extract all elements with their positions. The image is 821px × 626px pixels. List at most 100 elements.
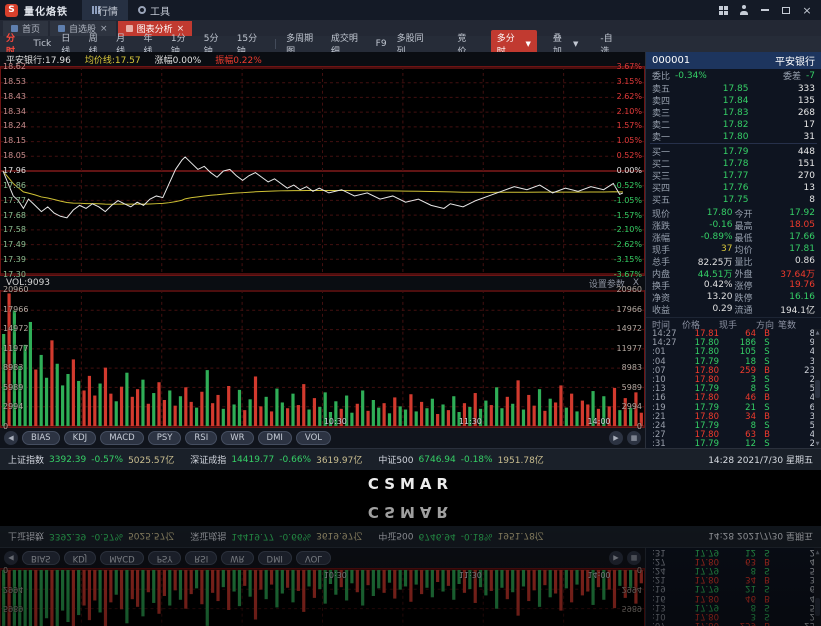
scroll-thumb[interactable] — [815, 380, 820, 398]
ask-row[interactable]: 卖三17.83268 — [646, 106, 821, 118]
indicator-psy-button: PSY — [148, 551, 182, 565]
minimize-icon[interactable] — [756, 3, 774, 17]
tick-row[interactable]: 14:2717.8164B8 — [646, 329, 821, 338]
indicator-bias-button: BIAS — [22, 551, 60, 565]
ask-row[interactable]: 卖二17.8217 — [646, 118, 821, 130]
tab-close-icon[interactable]: × — [177, 24, 185, 34]
tick-row[interactable]: :1017.803S2 — [646, 375, 821, 384]
stat-value: -0.16 — [682, 220, 733, 230]
indicator-macd-button[interactable]: MACD — [100, 431, 143, 445]
weibi-label: 委比 — [652, 69, 670, 82]
tick-row[interactable]: :1917.7921S6 — [646, 403, 821, 412]
tick-row[interactable]: 14:2717.80186S9 — [646, 338, 821, 347]
bid-row[interactable]: 买二17.78151 — [646, 157, 821, 169]
tick-row: :3117.7912S2 — [646, 548, 821, 557]
volume-close-button[interactable]: X — [633, 278, 639, 288]
layout-grid-button[interactable]: ▦ — [627, 431, 641, 445]
tab-close-icon[interactable]: × — [100, 24, 108, 34]
tick-volume: 8 — [719, 602, 756, 612]
composition: S 量化烙铁 行情工具 × 首页自选股×图表分析× 分时Tick日线周线月线年线… — [0, 0, 821, 498]
maximize-icon[interactable] — [777, 3, 795, 17]
tick-row[interactable]: :1317.798S5 — [646, 384, 821, 393]
tick-price: 17.80 — [682, 593, 719, 603]
scroll-left-button[interactable]: ◀ — [4, 431, 18, 445]
tick-row[interactable]: :0117.80105S4 — [646, 347, 821, 356]
indicator-wr-button[interactable]: WR — [221, 431, 253, 445]
indicator-bias-button[interactable]: BIAS — [22, 431, 60, 445]
grid-icon — [719, 6, 728, 15]
tick-time: :16 — [652, 593, 682, 603]
tick-row[interactable]: :3117.7912S2 — [646, 439, 821, 448]
indicator-psy-button[interactable]: PSY — [148, 431, 182, 445]
index-value: 3392.39 — [49, 532, 86, 542]
stock-name: 平安银行 — [775, 53, 815, 68]
tick-row[interactable]: :2417.798S5 — [646, 421, 821, 430]
tick-row[interactable]: :2717.8063B4 — [646, 430, 821, 439]
tick-row[interactable]: :2117.8034B3 — [646, 412, 821, 421]
tick-count: 2 — [778, 439, 815, 448]
weibi-row: 委比-0.34%委差-7 — [646, 69, 821, 82]
tick-direction: S — [756, 548, 778, 557]
menu-item-market[interactable]: 行情 — [82, 0, 128, 20]
title-bar: S 量化烙铁 行情工具 × — [0, 0, 821, 20]
scroll-down-icon[interactable]: ▼ — [816, 441, 820, 447]
grid-icon[interactable] — [714, 3, 732, 17]
tick-time: :31 — [652, 439, 682, 448]
orderbook-divider — [650, 143, 817, 144]
tick-volume: 259 — [719, 620, 756, 626]
info-segment: 平安银行:17.96 — [6, 53, 71, 66]
price-chart[interactable]: 18.6218.5318.4318.3418.2418.1518.0517.96… — [0, 66, 645, 276]
tick-row: :1917.7921S6 — [646, 584, 821, 593]
bid-row[interactable]: 买五17.758 — [646, 193, 821, 205]
indicator-rsi-button[interactable]: RSI — [185, 431, 217, 445]
scroll-right-button[interactable]: ▶ — [609, 431, 623, 445]
ask-row[interactable]: 卖五17.85333 — [646, 82, 821, 94]
tick-count: 4 — [778, 593, 815, 603]
index-change: -0.66% — [279, 455, 311, 465]
app-title: 量化烙铁 — [24, 3, 68, 18]
ticks-list: ▲ ▼ 14:2717.8164B814:2717.80186S9:0117.8… — [646, 548, 821, 626]
volume-label: VOL:9093 — [6, 278, 50, 288]
level-price: 17.84 — [682, 96, 749, 106]
indicator-dmi-button[interactable]: DMI — [258, 431, 292, 445]
tick-row[interactable]: :0717.80259B23 — [646, 366, 821, 375]
volume-settings-link[interactable]: 设置参数 — [589, 277, 625, 290]
bid-row[interactable]: 买一17.79448 — [646, 145, 821, 157]
index-quote[interactable]: 中证5006746.94-0.18%1951.78亿 — [378, 453, 543, 466]
tick-row[interactable]: :1617.8046B4 — [646, 393, 821, 402]
tool-button[interactable]: F9 — [376, 39, 387, 49]
bid-row[interactable]: 买四17.7613 — [646, 181, 821, 193]
index-amount: 1951.78亿 — [498, 453, 544, 466]
ticks-scrollbar[interactable]: ▲ ▼ — [814, 329, 821, 448]
tick-row: :2717.8063B4 — [646, 557, 821, 566]
tick-time: :24 — [652, 565, 682, 575]
stat-label: 流通 — [735, 303, 763, 316]
scroll-right-button: ▶ — [609, 551, 623, 565]
indicator-vol-button[interactable]: VOL — [296, 431, 331, 445]
watermark-band: CSMAR — [0, 470, 821, 498]
datetime: 14:28 2021/7/30 星期五 — [708, 530, 813, 543]
scroll-up-icon[interactable]: ▲ — [816, 330, 820, 336]
close-icon[interactable]: × — [798, 3, 816, 17]
menu-item-tools[interactable]: 工具 — [128, 0, 180, 20]
level-volume: 333 — [749, 84, 816, 94]
level-price: 17.78 — [682, 159, 749, 169]
ask-row[interactable]: 卖一17.8031 — [646, 130, 821, 142]
index-name: 中证500 — [378, 453, 413, 466]
volume-chart[interactable]: 209601796614972119778983598929940 209601… — [0, 290, 645, 428]
tick-price: 17.79 — [682, 439, 719, 448]
quote-header[interactable]: 000001 平安银行 — [646, 52, 821, 69]
quote-panel: 000001 平安银行 委比-0.34%委差-7 卖五17.85333卖四17.… — [645, 548, 821, 626]
chevron-down-icon: ▼ — [573, 40, 578, 48]
level-price: 17.80 — [682, 132, 749, 142]
tick-row[interactable]: :0417.7918S3 — [646, 357, 821, 366]
ask-row[interactable]: 卖四17.84135 — [646, 94, 821, 106]
indicator-kdj-button[interactable]: KDJ — [64, 431, 97, 445]
index-quote[interactable]: 上证指数3392.39-0.57%5025.57亿 — [8, 453, 174, 466]
index-quote[interactable]: 深证成指14419.77-0.66%3619.97亿 — [190, 453, 362, 466]
period-button[interactable]: Tick — [33, 39, 51, 49]
bid-row[interactable]: 买三17.77270 — [646, 169, 821, 181]
user-icon[interactable] — [735, 3, 753, 17]
status-bar: 上证指数3392.39-0.57%5025.57亿深证成指14419.77-0.… — [0, 526, 821, 548]
stat-value: 0.86 — [765, 256, 816, 266]
